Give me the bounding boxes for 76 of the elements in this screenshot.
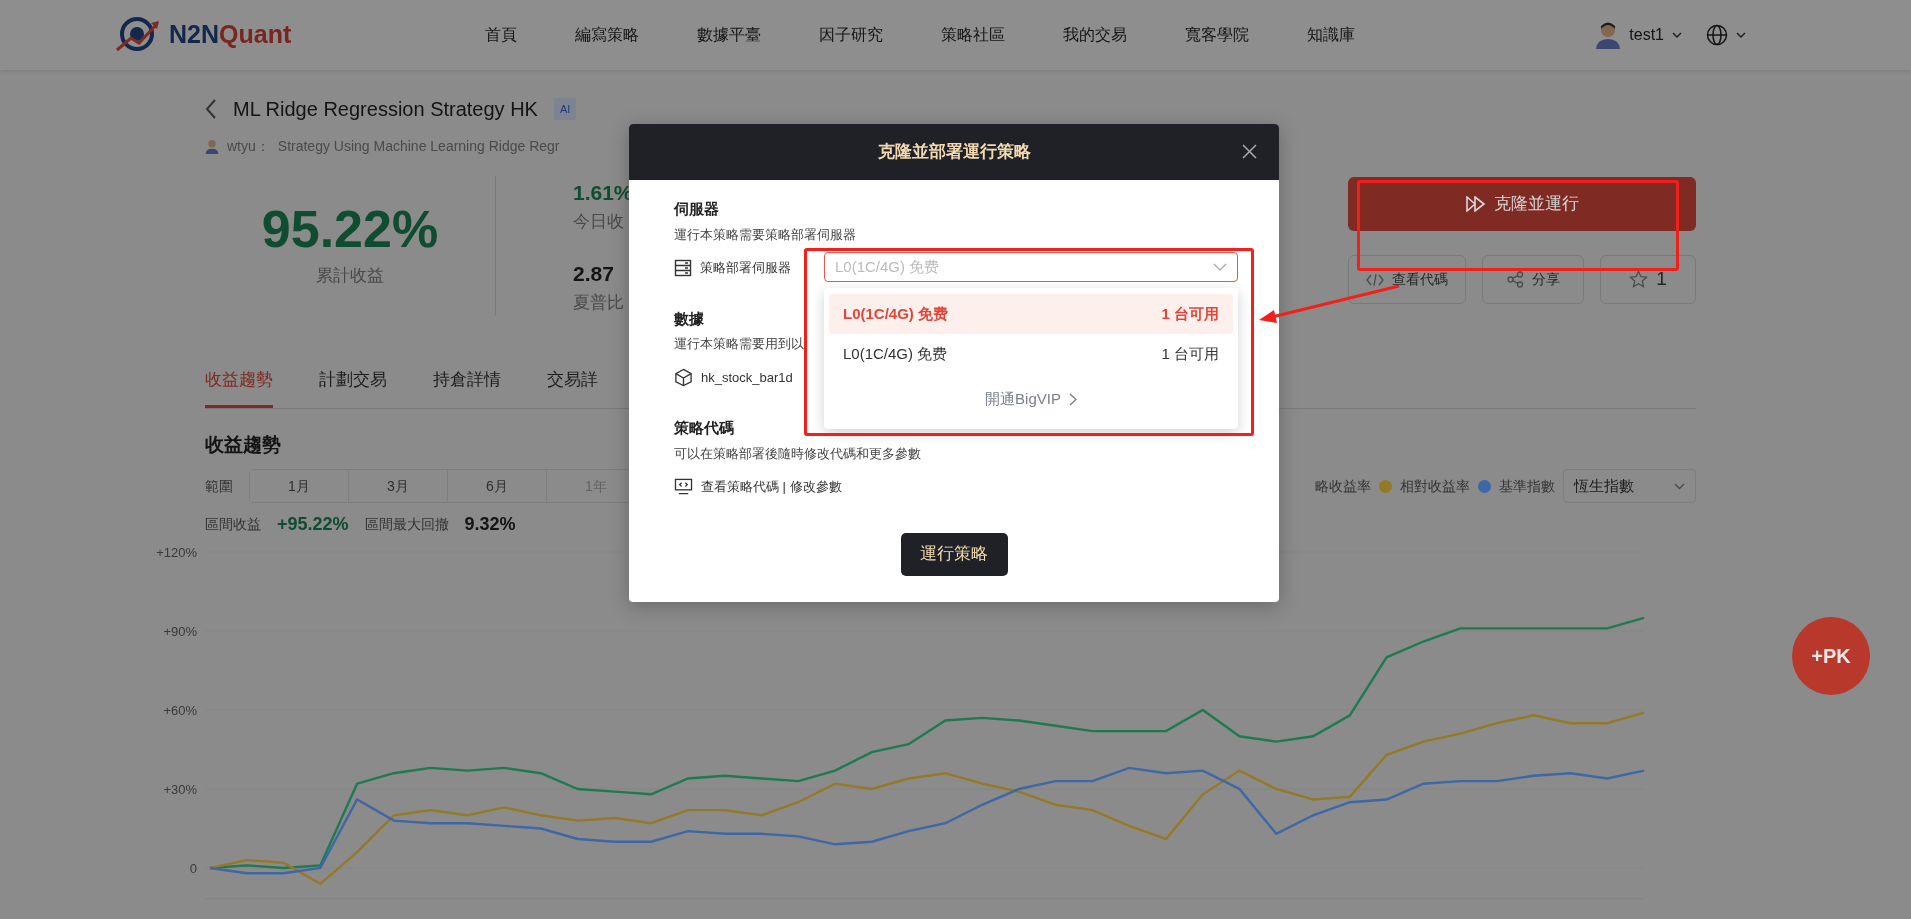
logo-icon [115, 16, 161, 54]
dropdown-option[interactable]: L0(1C/4G) 免费 1 台可用 [829, 294, 1233, 334]
author-name: wtyu： [227, 137, 270, 156]
close-icon[interactable] [1242, 144, 1257, 159]
back-icon[interactable] [205, 99, 217, 119]
chevron-icon [1068, 392, 1077, 406]
star-button[interactable]: 1 [1600, 255, 1696, 304]
strategy-description: Strategy Using Machine Learning Ridge Regr [277, 137, 560, 156]
nav-link[interactable]: 策略社區 [941, 23, 1005, 47]
axis-tick-label: +90% [163, 624, 197, 639]
stat-label: 夏普比 [573, 291, 624, 314]
tab[interactable]: 收益趨勢 [205, 357, 273, 408]
username[interactable]: test1 [1629, 23, 1664, 47]
dropdown-option[interactable]: L0(1C/4G) 免费 1 台可用 [829, 334, 1233, 374]
section-title: 策略代碼 [674, 418, 734, 438]
tab[interactable]: 交易詳 [547, 357, 598, 408]
section-title: 伺服器 [674, 199, 719, 219]
interval-return: +95.22% [277, 513, 349, 536]
caret-icon[interactable] [1736, 31, 1746, 39]
nav-link[interactable]: 知識庫 [1307, 23, 1355, 47]
view-code-button[interactable]: 查看代碼 [1348, 255, 1466, 304]
section-heading: 收益趨勢 [205, 432, 281, 457]
max-drawdown: 9.32% [464, 513, 516, 536]
cumulative-return-label: 累計收益 [316, 265, 384, 288]
max-drawdown-label: 區間最大回撤 [364, 515, 449, 534]
nav-link[interactable]: 我的交易 [1063, 23, 1127, 47]
server-icon [674, 258, 692, 277]
nav-link[interactable]: 因子研究 [819, 23, 883, 47]
interval-return-label: 區間收益 [205, 515, 261, 534]
cube-icon [674, 367, 693, 387]
legend-label: 基準指數 [1499, 476, 1555, 496]
nav-link[interactable]: 首頁 [485, 23, 517, 47]
legend-label: 相對收益率 [1400, 476, 1470, 496]
globe-icon[interactable] [1706, 24, 1728, 46]
clone-run-button[interactable]: 克隆並運行 [1348, 177, 1696, 231]
legend-label: 略收益率 [1315, 476, 1371, 496]
avatar-icon [1595, 21, 1622, 49]
nav-link[interactable]: 數據平臺 [697, 23, 761, 47]
logo-text: N2NQuant [169, 19, 292, 51]
caret-icon [1674, 482, 1685, 490]
fast-forward-icon [1465, 196, 1486, 212]
avatar-icon [205, 139, 219, 154]
caret-icon[interactable] [1672, 31, 1682, 39]
strategy-title: ML Ridge Regression Strategy HK [233, 97, 538, 122]
section-description: 可以在策略部署後隨時修改代碼和更多參數 [674, 444, 921, 463]
axis-tick-label: +120% [156, 545, 197, 560]
tab[interactable]: 持倉詳情 [433, 357, 501, 408]
star-icon [1629, 270, 1649, 289]
nav-link[interactable]: 寬客學院 [1185, 23, 1249, 47]
axis-tick-label: +30% [163, 782, 197, 797]
axis-tick-label: 0 [189, 861, 197, 876]
item-label: 策略部署伺服器 [700, 259, 791, 277]
view-code-link[interactable]: 查看策略代碼 | 修改參數 [701, 477, 842, 497]
share-button[interactable]: 分享 [1482, 255, 1584, 304]
code-icon [1366, 272, 1384, 287]
cumulative-return: 95.22% [261, 203, 439, 256]
section-description: 運行本策略需要用到以 [674, 335, 804, 353]
upgrade-link[interactable]: 開通BigVIP [985, 374, 1077, 425]
monitor-code-icon [674, 478, 693, 496]
tab[interactable]: 計劃交易 [319, 357, 387, 408]
benchmark-select[interactable]: 恆生指數 [1563, 469, 1696, 503]
range-option[interactable]: 1月 [250, 470, 349, 502]
range-label: 範圍 [205, 476, 233, 496]
section-title: 數據 [674, 308, 704, 329]
section-description: 運行本策略需要策略部署伺服器 [674, 225, 856, 244]
caret-icon [1213, 263, 1227, 271]
share-icon [1506, 271, 1524, 288]
ai-badge: AI [553, 97, 577, 121]
run-strategy-button[interactable]: 運行策略 [900, 532, 1008, 576]
nav-link[interactable]: 編寫策略 [575, 23, 639, 47]
modal-title: 克隆並部署運行策略 [877, 141, 1031, 164]
axis-tick-label: +60% [163, 703, 197, 718]
pk-button[interactable]: +PK [1792, 617, 1870, 695]
stat-label: 今日收 [573, 210, 624, 233]
item-label: hk_stock_bar1d [701, 368, 793, 387]
stat-value: 2.87 [573, 261, 614, 287]
